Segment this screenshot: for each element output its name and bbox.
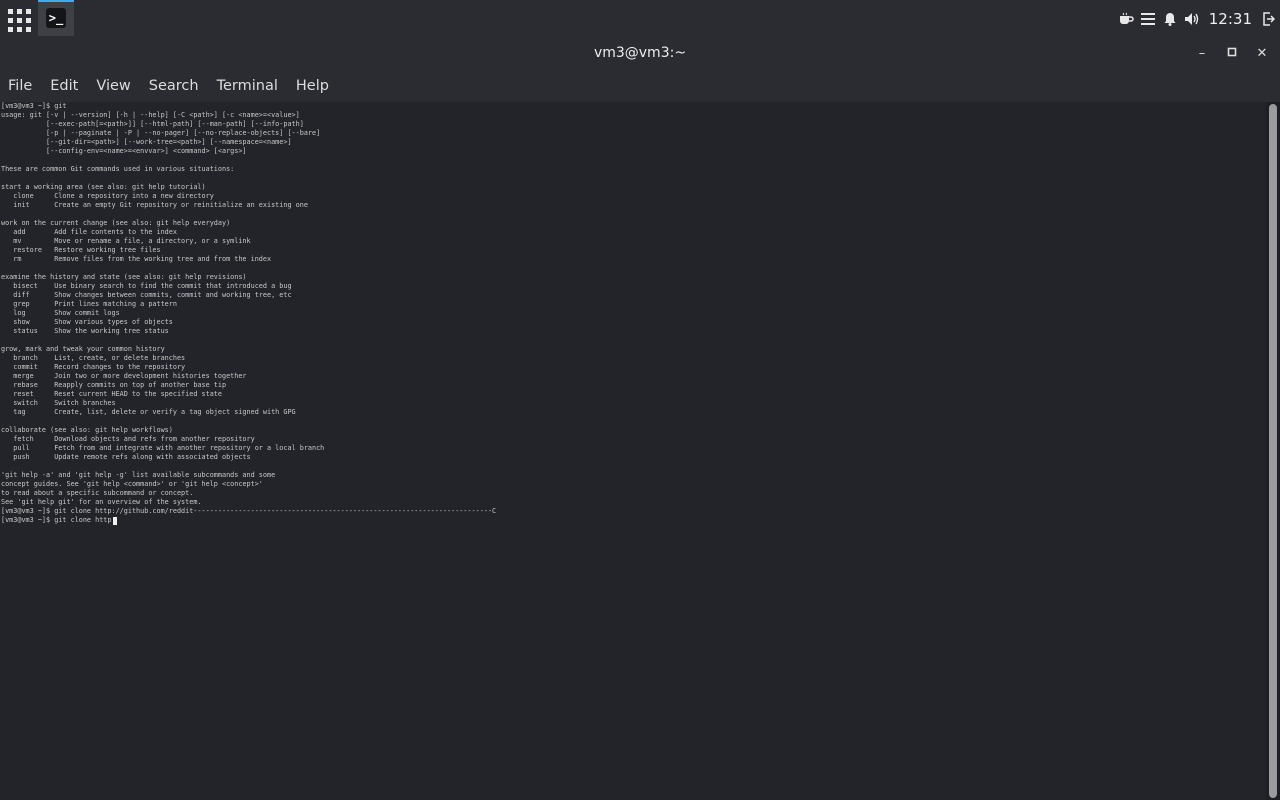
menu-view[interactable]: View xyxy=(92,70,138,102)
menu-file[interactable]: File xyxy=(4,70,40,102)
taskbar-terminal-button[interactable]: >_ xyxy=(38,0,74,36)
menu-help[interactable]: Help xyxy=(292,70,337,102)
app-grid-icon[interactable] xyxy=(6,7,31,32)
volume-icon[interactable] xyxy=(1181,0,1203,38)
maximize-button[interactable] xyxy=(1222,44,1242,64)
terminal-cursor xyxy=(112,516,117,525)
scrollbar-thumb[interactable] xyxy=(1269,104,1277,798)
close-button[interactable]: ✕ xyxy=(1252,44,1272,64)
bell-icon[interactable] xyxy=(1159,0,1181,38)
menu-bar: File Edit View Search Terminal Help xyxy=(0,70,1280,102)
terminal-input-line[interactable]: [vm3@vm3 ~]$ git clone http xyxy=(0,516,1266,525)
terminal-output: [vm3@vm3 ~]$ git usage: git [-v | --vers… xyxy=(1,102,497,515)
clock[interactable]: 12:31 xyxy=(1203,0,1258,38)
menu-lines-icon[interactable] xyxy=(1137,0,1159,38)
window-title: vm3@vm3:~ xyxy=(593,45,687,61)
menu-terminal[interactable]: Terminal xyxy=(213,70,286,102)
terminal-prompt-line: [vm3@vm3 ~]$ git clone http xyxy=(1,516,112,524)
system-tray: 12:31 xyxy=(1115,0,1280,38)
terminal-scrollbar[interactable] xyxy=(1266,102,1280,800)
caffeine-icon[interactable] xyxy=(1115,0,1137,38)
terminal-area[interactable]: [vm3@vm3 ~]$ git usage: git [-v | --vers… xyxy=(0,102,1266,800)
minimize-button[interactable]: – xyxy=(1192,44,1212,64)
logout-icon[interactable] xyxy=(1258,0,1280,38)
menu-search[interactable]: Search xyxy=(145,70,207,102)
terminal-icon: >_ xyxy=(46,8,66,28)
menu-edit[interactable]: Edit xyxy=(46,70,86,102)
maximize-icon xyxy=(1227,47,1237,57)
window-titlebar[interactable]: vm3@vm3:~ – ✕ xyxy=(0,38,1280,70)
top-panel: >_ 12:31 xyxy=(0,0,1280,38)
